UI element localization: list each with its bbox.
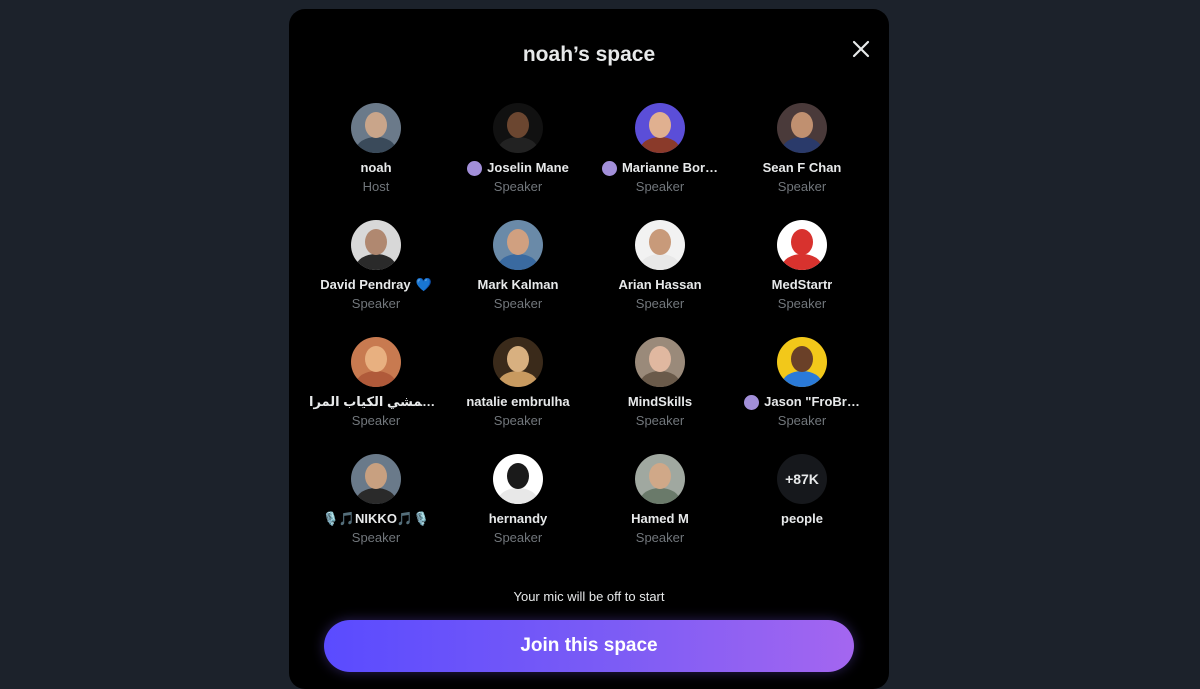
- more-people-cell[interactable]: +87K people: [731, 452, 873, 569]
- avatar: [777, 337, 827, 387]
- participant-cell[interactable]: Arian Hassan Speaker: [589, 218, 731, 335]
- participant-name-label: 🎙️🎵NIKKO🎵🎙️: [322, 511, 430, 526]
- participant-name-label: Marianne Bor…: [621, 160, 719, 175]
- avatar: [351, 220, 401, 270]
- participant-cell[interactable]: ضياشمشي الكياب المرا 🌙 Speaker: [305, 335, 447, 452]
- avatar: [493, 220, 543, 270]
- avatar: [351, 103, 401, 153]
- participant-role: Speaker: [635, 530, 685, 545]
- participant-role: Speaker: [777, 413, 827, 428]
- participant-cell[interactable]: hernandy Speaker: [447, 452, 589, 569]
- participant-name-label: ضياشمشي الكياب المرا 🌙: [309, 394, 443, 409]
- participant-name-label: Arian Hassan: [618, 277, 702, 292]
- participant-name: Arian Hassan: [589, 276, 731, 294]
- people-label: people: [781, 511, 823, 526]
- participant-name: Mark Kalman: [447, 276, 589, 294]
- participant-name: Hamed M: [589, 510, 731, 528]
- participant-name-label: Jason "FroBr…: [764, 394, 860, 409]
- participant-name-label: noah: [360, 160, 392, 175]
- heart-icon: 💙: [415, 277, 432, 292]
- participant-cell[interactable]: noah Host: [305, 101, 447, 218]
- participant-name-label: Joselin Mane: [487, 160, 569, 175]
- participant-name-label: hernandy: [488, 511, 548, 526]
- participant-role: Speaker: [493, 413, 543, 428]
- avatar: [635, 103, 685, 153]
- participant-cell[interactable]: Mark Kalman Speaker: [447, 218, 589, 335]
- avatar: [777, 103, 827, 153]
- participant-name-label: David Pendray: [320, 277, 411, 292]
- participant-cell[interactable]: 🎙️🎵NIKKO🎵🎙️ Speaker: [305, 452, 447, 569]
- participant-name: ضياشمشي الكياب المرا 🌙: [305, 393, 447, 411]
- avatar: [351, 337, 401, 387]
- avatar: [635, 337, 685, 387]
- space-title: noah’s space: [522, 43, 656, 66]
- avatar: [351, 454, 401, 504]
- space-modal: noah’s space noah Host Joselin Mane Speaker…: [289, 9, 889, 689]
- participant-role: Speaker: [635, 296, 685, 311]
- participant-cell[interactable]: MedStartr Speaker: [731, 218, 873, 335]
- participant-name-label: Sean F Chan: [762, 160, 842, 175]
- participant-cell[interactable]: Joselin Mane Speaker: [447, 101, 589, 218]
- avatar: [635, 220, 685, 270]
- participant-name: Joselin Mane: [447, 159, 589, 177]
- participant-name: noah: [305, 159, 447, 177]
- speaker-badge-icon: [601, 160, 617, 176]
- participant-role: Speaker: [493, 530, 543, 545]
- participant-name-label: Hamed M: [631, 511, 689, 526]
- participant-name: Jason "FroBr…: [731, 393, 873, 411]
- participant-cell[interactable]: David Pendray 💙 Speaker: [305, 218, 447, 335]
- participant-name-label: Mark Kalman: [477, 277, 559, 292]
- participant-role: Host: [362, 179, 390, 194]
- participant-role: Speaker: [351, 296, 401, 311]
- avatar: [493, 103, 543, 153]
- mic-note: Your mic will be off to start: [513, 589, 665, 604]
- participant-role: Speaker: [493, 179, 543, 194]
- participant-role: Speaker: [635, 413, 685, 428]
- avatar: [493, 454, 543, 504]
- avatar: [777, 220, 827, 270]
- participant-name-label: MindSkills: [627, 394, 693, 409]
- participant-name-label: natalie embrulha: [466, 394, 570, 409]
- avatar: [493, 337, 543, 387]
- participant-name: Sean F Chan: [731, 159, 873, 177]
- participant-name: David Pendray 💙: [305, 276, 447, 294]
- participant-name: MedStartr: [731, 276, 873, 294]
- participant-role: Speaker: [493, 296, 543, 311]
- participant-role: Speaker: [777, 296, 827, 311]
- participant-cell[interactable]: Jason "FroBr… Speaker: [731, 335, 873, 452]
- participant-role: Speaker: [635, 179, 685, 194]
- participants-grid: noah Host Joselin Mane Speaker Marianne Bor……: [305, 101, 873, 569]
- participant-role: Speaker: [351, 530, 401, 545]
- speaker-badge-icon: [467, 160, 483, 176]
- participant-role: Speaker: [777, 179, 827, 194]
- participant-name: natalie embrulha: [447, 393, 589, 411]
- participant-cell[interactable]: Marianne Bor… Speaker: [589, 101, 731, 218]
- participant-role: Speaker: [351, 413, 401, 428]
- participant-cell[interactable]: Hamed M Speaker: [589, 452, 731, 569]
- speaker-badge-icon: [744, 394, 760, 410]
- close-icon[interactable]: [849, 37, 873, 61]
- people-count: +87K: [777, 454, 827, 504]
- participant-cell[interactable]: MindSkills Speaker: [589, 335, 731, 452]
- avatar: [635, 454, 685, 504]
- participant-name-label: MedStartr: [771, 277, 833, 292]
- participant-name: hernandy: [447, 510, 589, 528]
- participant-name: Marianne Bor…: [589, 159, 731, 177]
- participant-cell[interactable]: natalie embrulha Speaker: [447, 335, 589, 452]
- join-space-button[interactable]: Join this space: [324, 620, 854, 672]
- participant-name: MindSkills: [589, 393, 731, 411]
- participant-cell[interactable]: Sean F Chan Speaker: [731, 101, 873, 218]
- participant-name: 🎙️🎵NIKKO🎵🎙️: [305, 510, 447, 528]
